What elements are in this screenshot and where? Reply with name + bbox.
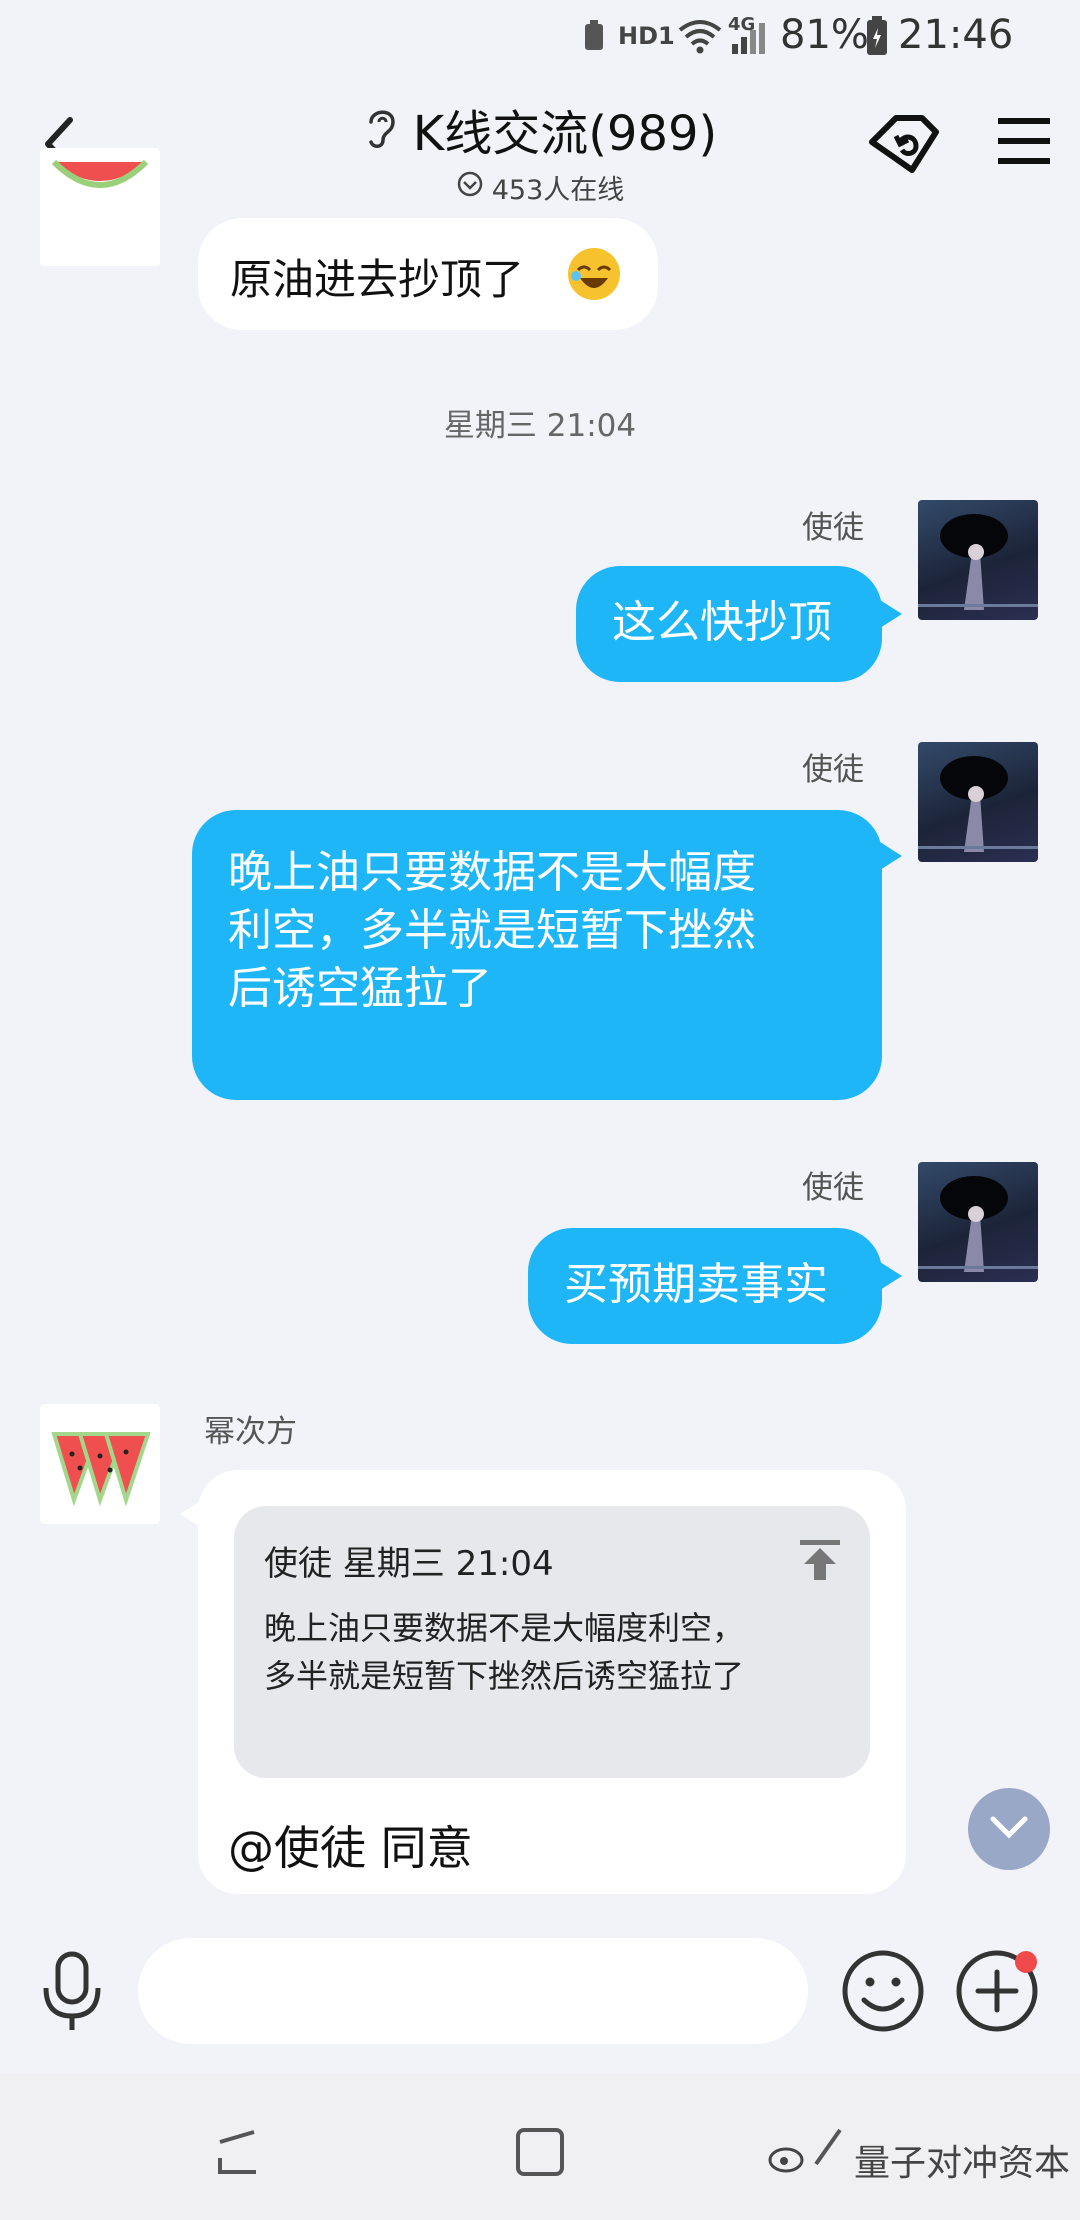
laughing-emoji-icon [566, 246, 622, 312]
emoji-icon[interactable] [840, 1948, 926, 2038]
chat-header: K线交流(989) 453人在线 [0, 76, 1080, 206]
quote-line: 多半就是短暂下挫然后诱空猛拉了 [264, 1657, 745, 1695]
sender-name: 使徒 [802, 1170, 864, 1206]
message-line: 后诱空猛拉了 [228, 963, 492, 1014]
message-text: 原油进去抄顶了 [230, 255, 525, 304]
bubble-tail [880, 842, 902, 870]
reply-text: @使徒 同意 [228, 1821, 473, 1875]
recent-apps-icon[interactable] [210, 2124, 266, 2184]
timestamp: 星期三 21:04 [443, 408, 637, 444]
clock: 21:46 [898, 12, 1014, 58]
bubble-tail [880, 600, 902, 628]
system-nav-bar: 量子对冲资本 [0, 2074, 1080, 2220]
status-bar: HD1 4G 81% 21:46 [0, 0, 1080, 76]
back-nav-icon[interactable] [800, 2124, 856, 2184]
page-title: K线交流(989) [412, 106, 718, 162]
online-label: 453人在线 [491, 175, 625, 206]
message-bubble[interactable]: 买预期卖事实 [528, 1228, 882, 1344]
recycle-icon [582, 20, 606, 56]
message-line: 晚上油只要数据不是大幅度 [228, 847, 756, 898]
message-bubble[interactable]: 原油进去抄顶了 [198, 218, 658, 330]
quoted-message[interactable]: 使徒 星期三 21:04 晚上油只要数据不是大幅度利空， 多半就是短暂下挫然后诱… [234, 1506, 870, 1778]
signal-icon [730, 22, 766, 60]
avatar[interactable] [918, 500, 1038, 620]
message-line: 利空，多半就是短暂下挫然 [228, 905, 756, 956]
chevron-down-icon [989, 1815, 1029, 1843]
quote-line: 晚上油只要数据不是大幅度利空， [264, 1609, 745, 1647]
jump-to-top-icon[interactable] [800, 1540, 840, 1584]
battery-icon [866, 16, 888, 60]
quote-header: 使徒 星期三 21:04 [264, 1544, 554, 1584]
microphone-icon[interactable] [40, 1950, 104, 2038]
network-label: HD1 [618, 22, 675, 50]
sender-name: 使徒 [802, 752, 864, 788]
avatar[interactable] [40, 148, 160, 266]
avatar[interactable] [918, 742, 1038, 862]
weibo-logo-icon [768, 2140, 806, 2178]
input-bar [0, 1900, 1080, 2080]
message-text: 买预期卖事实 [564, 1259, 828, 1310]
bubble-tail [880, 1262, 902, 1290]
ear-icon [363, 104, 399, 154]
message-bubble[interactable]: 这么快抄顶 [576, 566, 882, 682]
home-icon[interactable] [512, 2124, 568, 2184]
message-input[interactable] [138, 1938, 808, 2044]
avatar[interactable] [40, 1404, 160, 1524]
avatar[interactable] [918, 1162, 1038, 1282]
wifi-icon [676, 16, 724, 60]
menu-icon[interactable] [996, 116, 1052, 170]
scroll-to-bottom-button[interactable] [968, 1788, 1050, 1870]
sender-name: 使徒 [802, 510, 864, 546]
battery-percent: 81% [780, 12, 869, 58]
watermark: 量子对冲资本 [853, 2143, 1070, 2184]
loop-tag-icon[interactable] [866, 112, 942, 182]
plus-icon[interactable] [954, 1948, 1040, 2038]
sender-name: 幂次方 [204, 1414, 297, 1450]
message-bubble[interactable]: 晚上油只要数据不是大幅度 利空，多半就是短暂下挫然 后诱空猛拉了 [192, 810, 882, 1100]
message-text: 这么快抄顶 [612, 597, 832, 648]
chevron-circle-icon [456, 170, 484, 205]
